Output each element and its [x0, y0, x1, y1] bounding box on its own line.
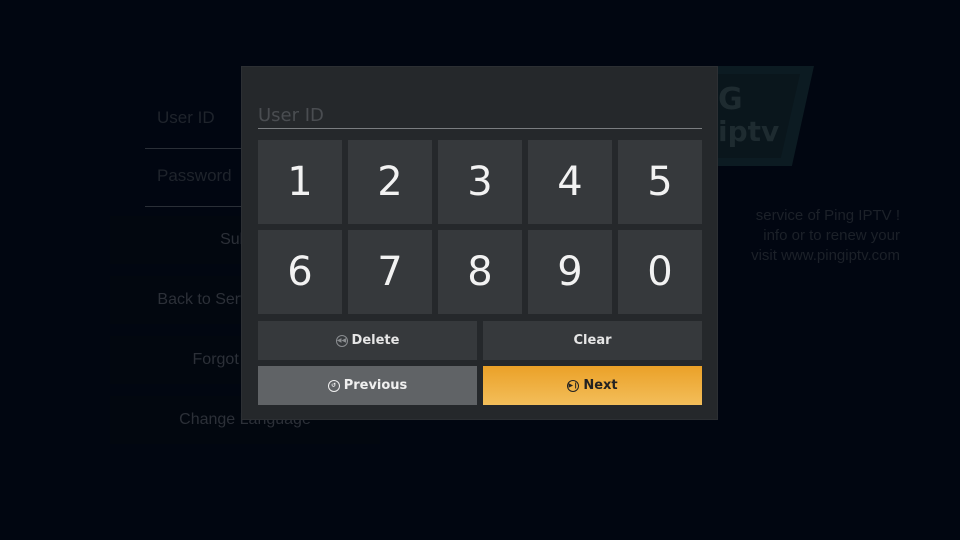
previous-label: Previous [343, 378, 408, 393]
key-2[interactable]: 2 [348, 140, 432, 224]
numeric-keypad-dialog: 1 2 3 4 5 6 7 8 9 0 ◀◀ Delete Clear ↺ Pr… [242, 67, 717, 419]
key-1[interactable]: 1 [258, 140, 342, 224]
logo-line-1: G [718, 82, 743, 117]
back-icon: ↺ [327, 379, 340, 392]
delete-button[interactable]: ◀◀ Delete [258, 321, 477, 360]
userid-input-row [258, 103, 702, 129]
play-pause-icon: ▶❙ [567, 379, 580, 392]
keypad-actions: ◀◀ Delete Clear ↺ Previous ▶❙ Next [258, 321, 702, 405]
previous-button[interactable]: ↺ Previous [258, 366, 477, 405]
digit-keys: 1 2 3 4 5 6 7 8 9 0 [258, 140, 702, 314]
key-5[interactable]: 5 [618, 140, 702, 224]
userid-input[interactable] [258, 103, 702, 127]
clear-label: Clear [573, 333, 612, 348]
logo-line-2: iptv [718, 115, 780, 148]
bg-userid-placeholder: User ID [157, 108, 215, 127]
next-button[interactable]: ▶❙ Next [483, 366, 702, 405]
key-3[interactable]: 3 [438, 140, 522, 224]
bg-password-placeholder: Password [157, 166, 232, 185]
key-0[interactable]: 0 [618, 230, 702, 314]
ping-iptv-logo: G iptv [718, 84, 779, 148]
rewind-icon: ◀◀ [335, 334, 348, 347]
key-4[interactable]: 4 [528, 140, 612, 224]
key-9[interactable]: 9 [528, 230, 612, 314]
key-8[interactable]: 8 [438, 230, 522, 314]
key-7[interactable]: 7 [348, 230, 432, 314]
next-label: Next [583, 378, 618, 393]
clear-button[interactable]: Clear [483, 321, 702, 360]
delete-label: Delete [351, 333, 400, 348]
key-6[interactable]: 6 [258, 230, 342, 314]
